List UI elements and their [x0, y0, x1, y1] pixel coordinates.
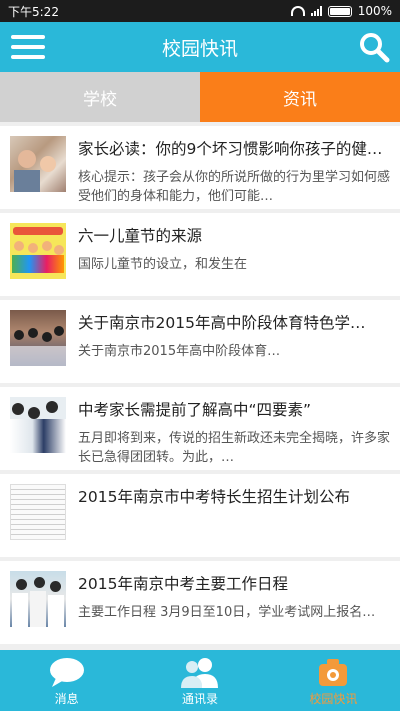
- nav-campus-news[interactable]: 校园快讯: [267, 650, 400, 711]
- campus-news-icon: [319, 659, 348, 686]
- status-time: 下午5:22: [8, 4, 59, 19]
- news-summary: 国际儿童节的设立，和发生在: [78, 257, 248, 272]
- news-thumbnail: [10, 136, 66, 192]
- news-thumbnail: [10, 223, 66, 279]
- signal-icon: [310, 6, 322, 16]
- news-title: 2015年南京市中考特长生招生计划公布: [78, 488, 350, 506]
- news-summary: 主要工作日程 3月9日至10日，学业考试网上报名…: [78, 605, 376, 620]
- nav-label: 校园快讯: [309, 692, 358, 706]
- page-title: 校园快讯: [161, 37, 238, 60]
- chat-bubble-icon: [49, 658, 84, 687]
- status-bar: 下午5:22 100%: [0, 0, 400, 22]
- list-item[interactable]: 关于南京市2015年高中阶段体育特色学… 关于南京市2015年高中阶段体育…: [0, 300, 400, 383]
- news-list: 家长必读：你的9个坏习惯影响你孩子的健… 核心提示：孩子会从你的所说所做的行为里…: [0, 122, 400, 644]
- news-title: 六一儿童节的来源: [78, 227, 203, 245]
- list-item[interactable]: 六一儿童节的来源 国际儿童节的设立，和发生在: [0, 213, 400, 296]
- news-summary: 核心提示：孩子会从你的所说所做的行为里学习如何感受他们的身体和能力，他们可能…: [78, 170, 390, 204]
- contacts-icon: [180, 658, 218, 688]
- menu-icon[interactable]: [11, 35, 45, 59]
- nav-messages[interactable]: 消息: [0, 650, 133, 711]
- top-app-bar: 校园快讯: [0, 22, 400, 72]
- news-title: 2015年南京中考主要工作日程: [78, 575, 288, 593]
- nav-label: 消息: [54, 692, 79, 706]
- tab-news[interactable]: 资讯: [200, 72, 400, 122]
- news-thumbnail: [10, 571, 66, 627]
- list-item[interactable]: 中考家长需提前了解高中“四要素” 五月即将到来，传说的招生新政还未完全揭晓，许多…: [0, 387, 400, 470]
- tab-bar: 学校 资讯: [0, 72, 400, 122]
- list-item[interactable]: 2015年南京市中考特长生招生计划公布: [0, 474, 400, 557]
- wifi-icon: [290, 6, 305, 16]
- news-title: 中考家长需提前了解高中“四要素”: [78, 401, 312, 419]
- news-summary: 关于南京市2015年高中阶段体育…: [78, 344, 281, 359]
- search-icon[interactable]: [358, 31, 390, 63]
- news-summary: 五月即将到来，传说的招生新政还未完全揭晓，许多家长已急得团团转。为此，…: [78, 431, 390, 465]
- list-item[interactable]: 2015年南京中考主要工作日程 主要工作日程 3月9日至10日，学业考试网上报名…: [0, 561, 400, 644]
- battery-icon: [327, 5, 352, 17]
- tab-school[interactable]: 学校: [0, 72, 200, 122]
- nav-contacts[interactable]: 通讯录: [133, 650, 266, 711]
- news-thumbnail: [10, 484, 66, 540]
- news-title: 关于南京市2015年高中阶段体育特色学…: [78, 314, 366, 332]
- news-thumbnail: [10, 397, 66, 453]
- list-item[interactable]: 家长必读：你的9个坏习惯影响你孩子的健… 核心提示：孩子会从你的所说所做的行为里…: [0, 126, 400, 209]
- news-thumbnail: [10, 310, 66, 366]
- nav-label: 通讯录: [181, 692, 218, 706]
- battery-percent: 100%: [357, 4, 392, 18]
- news-title: 家长必读：你的9个坏习惯影响你孩子的健…: [78, 140, 383, 158]
- bottom-navigation: 消息 通讯录 校园快讯: [0, 650, 400, 711]
